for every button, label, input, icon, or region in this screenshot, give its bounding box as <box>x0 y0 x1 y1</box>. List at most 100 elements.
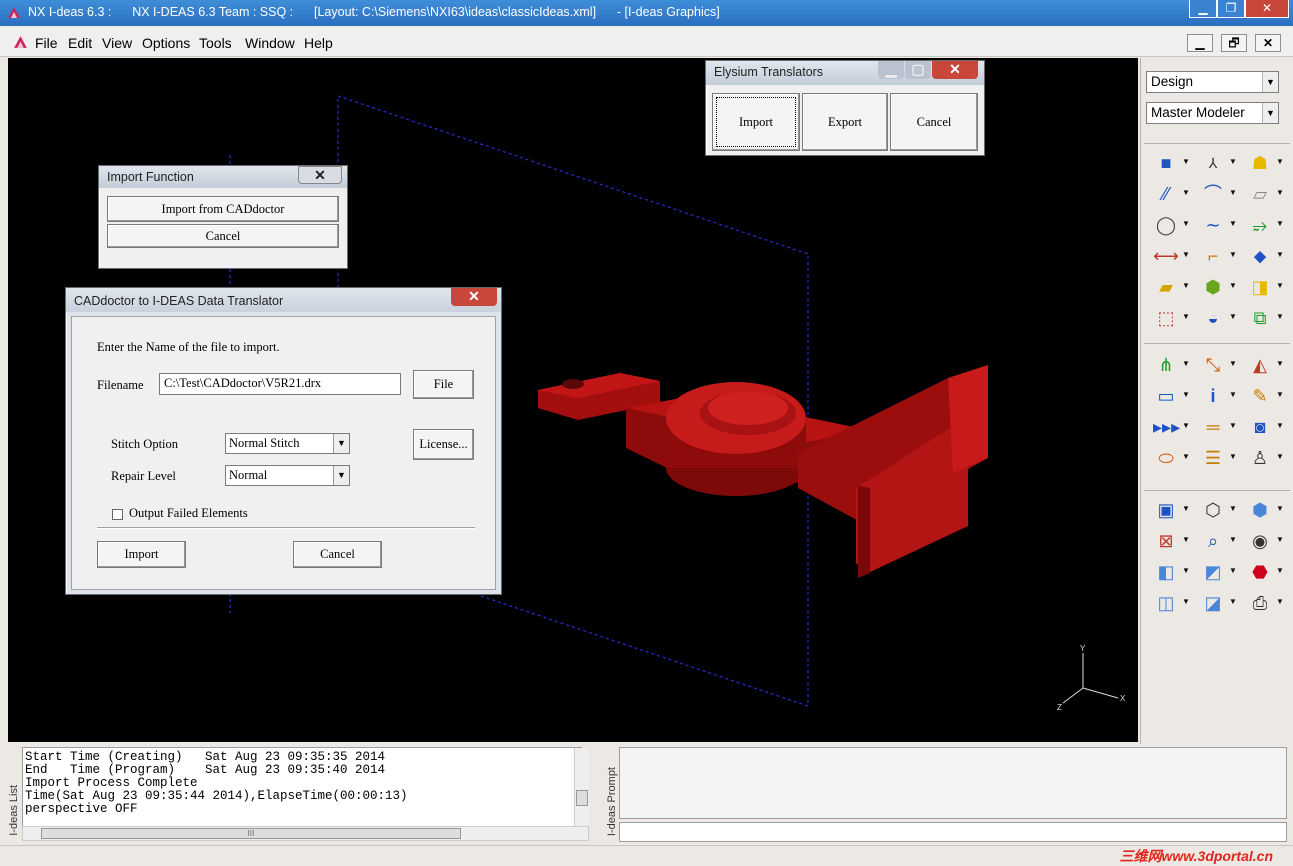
chevron-down-icon[interactable]: ▼ <box>1182 250 1190 259</box>
chevron-down-icon[interactable]: ▼ <box>1182 535 1190 544</box>
tool-spline-button[interactable]: ∼ ▼ <box>1194 212 1240 238</box>
chevron-down-icon[interactable]: ▼ <box>1229 359 1237 368</box>
chevron-down-icon[interactable]: ▼ <box>1276 219 1284 228</box>
tool-tree-button[interactable]: ⋔ ▼ <box>1147 352 1193 378</box>
translator-close-button[interactable]: ✕ <box>451 288 497 306</box>
mdi-close-button[interactable]: ✕ <box>1255 34 1281 52</box>
tool-list-button[interactable]: ☰ ▼ <box>1194 445 1240 471</box>
tool-shaded-button[interactable]: ⬢ ▼ <box>1241 497 1287 523</box>
menu-window[interactable]: Window <box>245 35 295 51</box>
chevron-down-icon[interactable]: ▼ <box>1276 281 1284 290</box>
tool-paint-button[interactable]: ✎ ▼ <box>1241 383 1287 409</box>
elysium-max-button[interactable]: ▢ <box>905 61 931 79</box>
mdi-minimize-button[interactable]: ▁ <box>1187 34 1213 52</box>
tool-stop-button[interactable]: ⬣ ▼ <box>1241 559 1287 585</box>
tool-offset-button[interactable]: ⥴ ▼ <box>1241 212 1287 238</box>
chevron-down-icon[interactable]: ▼ <box>1229 157 1237 166</box>
mdi-restore-button[interactable]: 🗗 <box>1221 34 1247 52</box>
chevron-down-icon[interactable]: ▼ <box>1229 535 1237 544</box>
chevron-down-icon[interactable]: ▼ <box>1182 281 1190 290</box>
application-combo[interactable]: Master Modeler ▼ <box>1146 102 1279 124</box>
chevron-down-icon[interactable]: ▼ <box>1182 359 1190 368</box>
menu-options[interactable]: Options <box>142 35 190 51</box>
tool-info-button[interactable]: i ▼ <box>1194 383 1240 409</box>
tool-dimension-button[interactable]: ⟷ ▼ <box>1147 243 1193 269</box>
chevron-down-icon[interactable]: ▼ <box>1229 421 1237 430</box>
chevron-down-icon[interactable]: ▼ <box>1182 219 1190 228</box>
chevron-down-icon[interactable]: ▼ <box>1262 103 1278 123</box>
window-maximize-button[interactable]: ❐ <box>1217 0 1245 18</box>
chevron-down-icon[interactable]: ▼ <box>333 466 349 485</box>
repair-level-select[interactable]: Normal ▼ <box>225 465 350 486</box>
tool-boolean-button[interactable]: ⧉ ▼ <box>1241 305 1287 331</box>
list-vertical-scrollbar[interactable] <box>574 748 589 826</box>
chevron-down-icon[interactable]: ▼ <box>1229 250 1237 259</box>
chevron-down-icon[interactable]: ▼ <box>1276 566 1284 575</box>
tool-rectangle-button[interactable]: ⬚ ▼ <box>1147 305 1193 331</box>
menu-edit[interactable]: Edit <box>68 35 92 51</box>
chevron-down-icon[interactable]: ▼ <box>1182 421 1190 430</box>
chevron-down-icon[interactable]: ▼ <box>1276 188 1284 197</box>
chevron-down-icon[interactable]: ▼ <box>1276 312 1284 321</box>
chevron-down-icon[interactable]: ▼ <box>1182 312 1190 321</box>
tool-workplane-button[interactable]: ⅄ ▼ <box>1194 150 1240 176</box>
tool-zoom-button[interactable]: ⊠ ▼ <box>1147 528 1193 554</box>
chevron-down-icon[interactable]: ▼ <box>1276 452 1284 461</box>
chevron-down-icon[interactable]: ▼ <box>1182 452 1190 461</box>
menu-tools[interactable]: Tools <box>199 35 232 51</box>
tool-extrude-button[interactable]: ▰ ▼ <box>1147 274 1193 300</box>
import-function-cancel-button[interactable]: Cancel <box>107 224 339 248</box>
chevron-down-icon[interactable]: ▼ <box>1276 359 1284 368</box>
chevron-down-icon[interactable]: ▼ <box>1229 504 1237 513</box>
tool-move-button[interactable]: ⤡ ▼ <box>1194 352 1240 378</box>
chevron-down-icon[interactable]: ▼ <box>1229 390 1237 399</box>
filename-input[interactable]: C:\Test\CADdoctor\V5R21.drx <box>159 373 401 395</box>
menu-help[interactable]: Help <box>304 35 333 51</box>
chevron-down-icon[interactable]: ▼ <box>1182 390 1190 399</box>
chevron-down-icon[interactable]: ▼ <box>1229 219 1237 228</box>
window-minimize-button[interactable]: ▁ <box>1189 0 1217 18</box>
chevron-down-icon[interactable]: ▼ <box>1182 597 1190 606</box>
tool-solid-button[interactable]: ⬢ ▼ <box>1194 274 1240 300</box>
elysium-import-button[interactable]: Import <box>712 93 800 151</box>
tool-view-side-button[interactable]: ◪ ▼ <box>1194 590 1240 616</box>
list-horizontal-scrollbar[interactable]: III <box>22 826 589 841</box>
tool-constraint-button[interactable]: ⬥ ▼ <box>1241 243 1287 269</box>
import-from-caddoctor-button[interactable]: Import from CADdoctor <box>107 196 339 222</box>
stitch-option-select[interactable]: Normal Stitch ▼ <box>225 433 350 454</box>
elysium-cancel-button[interactable]: Cancel <box>890 93 978 151</box>
tool-measure-button[interactable]: ═ ▼ <box>1194 414 1240 440</box>
tool-isometric-button[interactable]: ⬡ ▼ <box>1194 497 1240 523</box>
chevron-down-icon[interactable]: ▼ <box>1229 188 1237 197</box>
elysium-export-button[interactable]: Export <box>802 93 888 151</box>
chevron-down-icon[interactable]: ▼ <box>1276 250 1284 259</box>
tool-wrap-button[interactable]: ◒ ▼ <box>1194 305 1240 331</box>
chevron-down-icon[interactable]: ▼ <box>1229 566 1237 575</box>
tool-arc-button[interactable]: ⌒ ▼ <box>1194 181 1240 207</box>
translator-import-button[interactable]: Import <box>97 541 186 568</box>
tool-modify-button[interactable]: ◭ ▼ <box>1241 352 1287 378</box>
tool-part-button[interactable]: ■ ▼ <box>1147 150 1193 176</box>
scroll-thumb[interactable] <box>576 790 588 806</box>
chevron-down-icon[interactable]: ▼ <box>1229 452 1237 461</box>
chevron-down-icon[interactable]: ▼ <box>1182 566 1190 575</box>
window-close-button[interactable]: ✕ <box>1245 0 1289 18</box>
chevron-down-icon[interactable]: ▼ <box>1276 597 1284 606</box>
tool-feature-button[interactable]: ▸▸▸ ▼ <box>1147 414 1193 440</box>
menu-view[interactable]: View <box>102 35 132 51</box>
chevron-down-icon[interactable]: ▼ <box>1182 188 1190 197</box>
tool-view-iso-button[interactable]: ◩ ▼ <box>1194 559 1240 585</box>
chevron-down-icon[interactable]: ▼ <box>1182 157 1190 166</box>
elysium-min-button[interactable]: ▁ <box>878 61 904 79</box>
chevron-down-icon[interactable]: ▼ <box>1229 281 1237 290</box>
chevron-down-icon[interactable]: ▼ <box>1229 312 1237 321</box>
tool-frame-button[interactable]: ▭ ▼ <box>1147 383 1193 409</box>
tool-zoom-window-button[interactable]: ⌕ ▼ <box>1194 528 1240 554</box>
tool-name-button[interactable]: ☗ ▼ <box>1241 150 1287 176</box>
tool-visibility-button[interactable]: ◉ ▼ <box>1241 528 1287 554</box>
tool-options-button[interactable]: ♙ ▼ <box>1241 445 1287 471</box>
chevron-down-icon[interactable]: ▼ <box>1229 597 1237 606</box>
tool-view-front-button[interactable]: ◧ ▼ <box>1147 559 1193 585</box>
prompt-input[interactable] <box>619 822 1287 842</box>
scroll-thumb[interactable]: III <box>41 828 461 839</box>
